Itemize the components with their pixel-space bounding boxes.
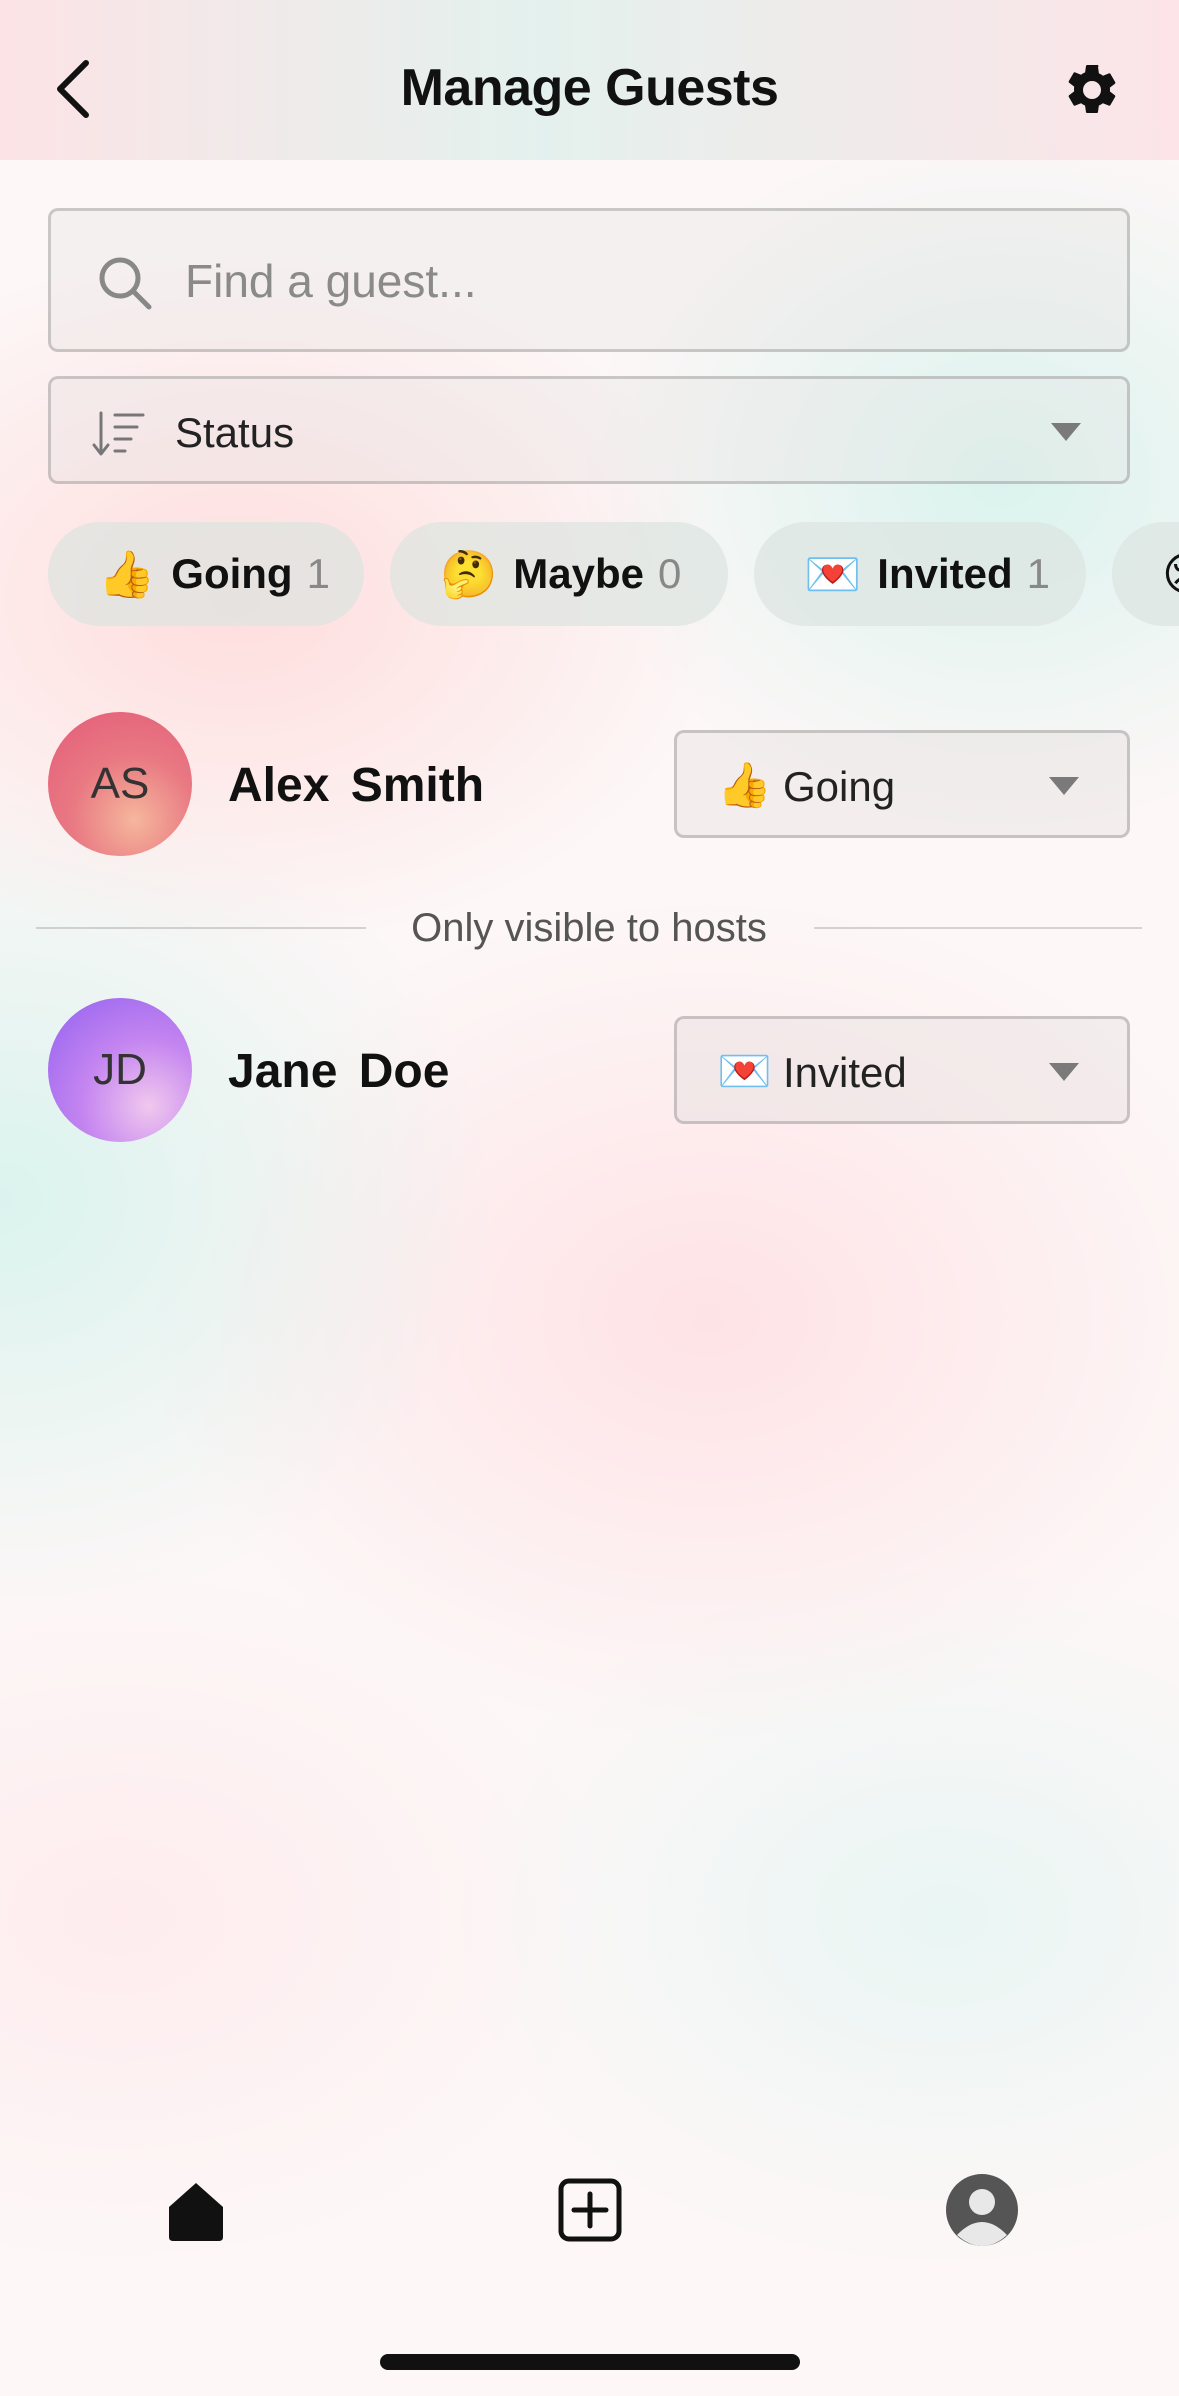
guest-status-dropdown[interactable]: 💌 Invited [674,1016,1130,1124]
chip-label: Invited [877,550,1013,597]
divider-line [814,927,1142,929]
chip-label: Maybe [513,550,644,597]
guest-name: Jane Doe [228,1045,450,1098]
sort-label: Status [175,409,295,456]
header-bar: Manage Guests [0,0,1179,160]
love-letter-icon: 💌 [804,546,862,601]
guest-name: Alex Smith [228,759,485,812]
filter-chip-going[interactable]: 👍 Going 1 [48,522,364,626]
add-square-icon [558,2178,622,2242]
status-label: Invited [783,1049,907,1096]
sort-descending-icon [92,411,145,456]
avatar: JD [48,998,192,1142]
thumbs-up-icon: 👍 [98,546,156,601]
search-box[interactable] [48,208,1130,352]
guest-row[interactable]: AS Alex Smith 👍 Going [48,712,1130,856]
hosts-only-divider: Only visible to hosts [36,898,1142,958]
nav-profile-button[interactable] [942,2170,1022,2250]
page-title: Manage Guests [400,59,779,117]
avatar: AS [48,712,192,856]
profile-avatar-icon [946,2174,1018,2246]
search-icon [99,257,152,310]
love-letter-icon: 💌 [717,1046,772,1097]
chevron-down-icon [1051,423,1081,441]
chip-count: 1 [306,550,330,597]
settings-button[interactable] [1062,60,1122,120]
nav-create-button[interactable] [550,2170,630,2250]
home-indicator [380,2354,800,2370]
home-icon [169,2183,223,2241]
chevron-down-icon [1049,777,1079,795]
status-filter-chips: 👍 Going 1 🤔 Maybe 0 💌 Invited 1 😢 [48,522,1179,626]
emoji-icon: 😢 [1162,547,1179,601]
filter-chip-invited[interactable]: 💌 Invited 1 [754,522,1086,626]
chip-label: Going [171,550,293,597]
bottom-nav [0,2150,1179,2280]
chip-count: 0 [658,550,682,597]
nav-home-button[interactable] [156,2170,236,2250]
chip-count: 1 [1026,550,1050,597]
status-label: Going [783,763,896,810]
thinking-face-icon: 🤔 [440,546,498,601]
filter-chip-more[interactable]: 😢 [1112,522,1179,626]
chevron-down-icon [1049,1063,1079,1081]
search-input[interactable] [185,241,1085,321]
thumbs-up-icon: 👍 [717,760,772,811]
guest-status-dropdown[interactable]: 👍 Going [674,730,1130,838]
gear-icon [1068,64,1116,113]
filter-chip-maybe[interactable]: 🤔 Maybe 0 [390,522,728,626]
sort-dropdown[interactable]: Status [48,376,1130,484]
guest-row[interactable]: JD Jane Doe 💌 Invited [48,998,1130,1142]
